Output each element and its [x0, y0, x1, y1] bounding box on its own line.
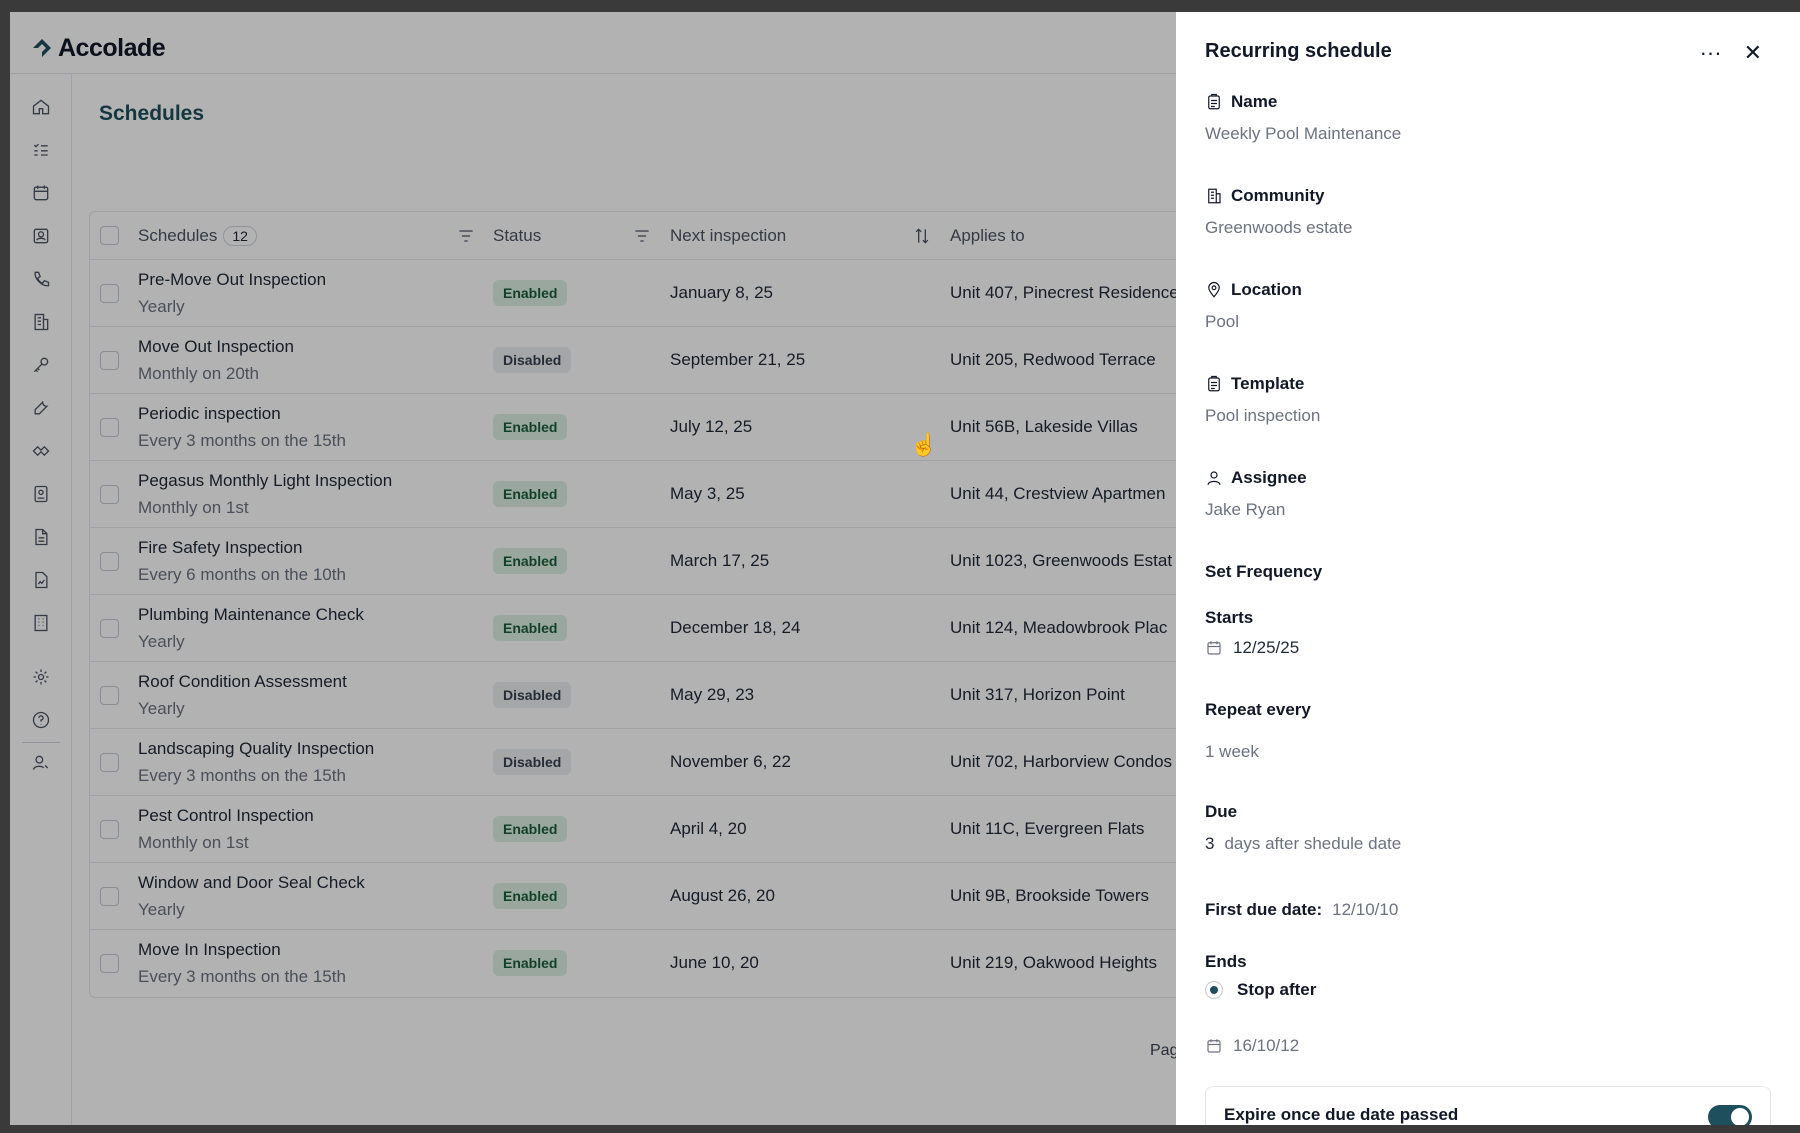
repeat-every-value[interactable]: 1 week	[1205, 742, 1259, 762]
repeat-every-label: Repeat every	[1205, 700, 1311, 719]
hand-cursor-icon: ☝	[910, 432, 938, 457]
starts-date-picker[interactable]: 12/25/25	[1205, 638, 1299, 658]
first-due-label: First due date:	[1205, 900, 1323, 919]
due-row: 3 days after shedule date	[1205, 834, 1401, 854]
community-value: Greenwoods estate	[1205, 218, 1353, 237]
first-due-value: 12/10/10	[1332, 900, 1399, 919]
building-icon	[1208, 188, 1221, 204]
starts-label: Starts	[1205, 608, 1254, 627]
location-pin-icon	[1208, 281, 1220, 298]
clipboard-icon	[1208, 93, 1220, 110]
close-icon[interactable]: ✕	[1744, 42, 1762, 64]
template-label: Template	[1205, 374, 1304, 394]
more-options-icon[interactable]: ···	[1700, 42, 1722, 64]
radio-selected-icon	[1205, 981, 1223, 999]
first-due-row: First due date: 12/10/10	[1205, 900, 1398, 920]
due-number-input[interactable]: 3	[1205, 834, 1214, 854]
location-value: Pool	[1205, 312, 1240, 331]
ends-date-picker[interactable]: 16/10/12	[1205, 1036, 1299, 1056]
set-frequency-heading: Set Frequency	[1205, 562, 1323, 581]
stop-after-radio[interactable]: Stop after	[1205, 980, 1316, 1000]
ends-label: Ends	[1205, 952, 1247, 971]
modal-overlay[interactable]	[10, 12, 1176, 1125]
due-suffix: days after shedule date	[1224, 834, 1402, 853]
community-label: Community	[1205, 186, 1325, 206]
name-value: Weekly Pool Maintenance	[1205, 124, 1402, 143]
calendar-icon	[1207, 641, 1221, 655]
due-label: Due	[1205, 802, 1238, 821]
assignee-value: Jake Ryan	[1205, 500, 1286, 519]
expire-card: Expire once due date passed	[1205, 1086, 1771, 1125]
panel-actions: ··· ✕	[1700, 42, 1762, 64]
location-label: Location	[1205, 280, 1302, 300]
calendar-icon	[1207, 1039, 1221, 1053]
name-label: Name	[1205, 92, 1277, 112]
expire-toggle[interactable]	[1708, 1105, 1752, 1125]
panel-title: Recurring schedule	[1205, 40, 1392, 62]
expire-label: Expire once due date passed	[1224, 1105, 1459, 1124]
clipboard-icon	[1208, 375, 1220, 392]
app-window: Accolade Schedules Schedules 12 Status N…	[10, 12, 1800, 1125]
user-icon	[1207, 471, 1221, 485]
template-value: Pool inspection	[1205, 406, 1321, 425]
assignee-label: Assignee	[1205, 468, 1307, 488]
recurring-schedule-panel: Recurring schedule ··· ✕ Name Weekly Poo…	[1176, 12, 1800, 1125]
